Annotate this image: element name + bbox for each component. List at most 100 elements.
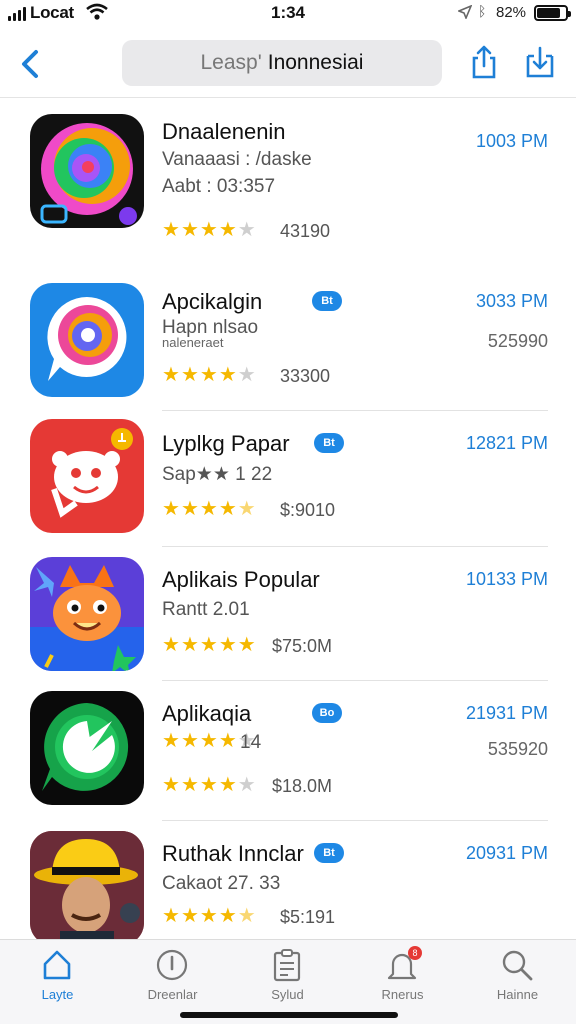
back-chevron-icon[interactable] — [16, 46, 46, 82]
star-rating: ★ ★ ★ ★ ★ — [162, 220, 256, 240]
app-value: 525990 — [487, 331, 548, 351]
app-time: 20931 PM — [465, 843, 548, 863]
app-badge: Bt — [312, 291, 342, 311]
app-list-item[interactable]: Dnaalenenin 1003 PM Vanaaasi : /daske Aa… — [0, 99, 576, 269]
chat-bubble-app-icon — [30, 691, 144, 805]
app-list: Dnaalenenin 1003 PM Vanaaasi : /daske Aa… — [0, 99, 576, 939]
star-icon: ★ — [180, 498, 199, 520]
status-bar: Locat 1:34 ᛒ 82% — [0, 0, 576, 28]
app-name: Apcikalgin — [162, 289, 263, 314]
app-name: Lyplkg Papar — [162, 431, 290, 456]
phone-screen: Locat 1:34 ᛒ 82% Leasp' Inonnesiai Dnaal… — [0, 0, 576, 1024]
rating-count: $18.0M — [272, 776, 333, 796]
star-icon: ★ — [218, 498, 237, 520]
app-badge: Bt — [314, 433, 344, 453]
search-field[interactable]: Leasp' Inonnesiai — [122, 40, 442, 86]
home-indicator — [180, 1012, 398, 1018]
star-icon: ★ — [199, 730, 218, 752]
app-list-item[interactable]: Apcikalgin Bt 3033 PM Hapn nlsao nalener… — [0, 269, 576, 411]
app-list-item[interactable]: Ruthak Innclar Bt 20931 PM Cakaot 27. 33… — [0, 821, 576, 939]
app-badge: Bo — [312, 703, 342, 723]
app-time: 3033 PM — [475, 291, 548, 311]
download-tray-icon[interactable] — [524, 44, 556, 80]
app-detail: naleneraet — [162, 335, 224, 350]
star-icon: ★ — [180, 774, 199, 796]
star-icon: ★ — [162, 219, 180, 241]
star-icon: ★ — [218, 364, 237, 386]
app-subtitle: Rantt 2.01 — [162, 599, 250, 620]
status-time: 1:34 — [270, 3, 306, 22]
home-icon — [43, 950, 71, 980]
star-icon: ★ — [237, 905, 256, 927]
star-icon: ★ — [180, 730, 199, 752]
compass-icon — [156, 949, 188, 981]
app-list-item[interactable]: Aplikais Popular 10133 PM Rantt 2.01 ★ ★ ★… — [0, 547, 576, 681]
star-icon: ★ — [180, 634, 199, 656]
star-rating: ★ ★ ★ ★ ★ — [162, 635, 256, 655]
star-icon: ★ — [199, 634, 218, 656]
star-icon: ★ — [218, 634, 237, 656]
star-icon: ★ — [218, 905, 237, 927]
tab-label: Sylud — [271, 987, 304, 1002]
app-detail: Aabt : 03:357 — [162, 176, 276, 197]
rating-count: 33300 — [280, 366, 331, 386]
app-name: Ruthak Innclar — [162, 841, 304, 866]
rating-count: $75:0M — [272, 636, 333, 656]
battery-icon — [534, 5, 571, 21]
star-icon: ★ — [162, 905, 180, 927]
tab-label: Hainne — [496, 987, 539, 1002]
cat-mascot-app-icon — [30, 557, 144, 671]
tab-list[interactable]: Sylud — [230, 940, 345, 1010]
app-subtitle: Vanaaasi : /daske — [162, 149, 312, 170]
star-icon: ★ — [218, 730, 237, 752]
notification-badge: 8 — [408, 946, 422, 960]
tab-notifications[interactable]: 8 Rnerus — [345, 940, 460, 1010]
app-name: Aplikaqia — [162, 701, 252, 726]
star-icon: ★ — [180, 219, 199, 241]
app-list-item[interactable]: Lyplkg Papar Bt 12821 PM Sap★★ 1 22 ★ ★ ★ ★… — [0, 411, 576, 547]
app-subtitle: Sap★★ 1 22 — [162, 464, 273, 485]
star-icon: ★ — [199, 364, 218, 386]
star-icon: ★ — [199, 219, 218, 241]
star-icon: ★ — [199, 774, 218, 796]
star-rating: ★ ★ ★ ★ ★ — [162, 365, 256, 385]
chat-swirl-app-icon — [30, 283, 144, 397]
star-icon: ★ — [237, 498, 256, 520]
tab-label: Layte — [41, 987, 74, 1002]
app-list-item[interactable]: Aplikaqia Bo 21931 PM ★ ★ ★ ★ ★ 14 535920 ★ ★… — [0, 681, 576, 821]
app-name: Aplikais Popular — [162, 567, 320, 592]
location-arrow-icon — [458, 5, 472, 19]
star-rating: ★ ★ ★ ★ ★ — [162, 906, 256, 926]
swirl-app-icon — [30, 114, 144, 228]
star-rating: ★ ★ ★ ★ ★ — [162, 775, 256, 795]
app-time: 12821 PM — [465, 433, 548, 453]
tab-label: Rnerus — [381, 987, 424, 1002]
mascot-app-icon — [30, 419, 144, 533]
star-icon: ★ — [218, 774, 237, 796]
star-icon: ★ — [237, 364, 256, 386]
star-icon: ★ — [199, 498, 218, 520]
app-time: 10133 PM — [465, 569, 548, 589]
star-icon: ★ — [162, 364, 180, 386]
detective-game-app-icon — [30, 831, 144, 939]
tab-label: Dreenlar — [147, 987, 198, 1002]
rating-count: $5:191 — [280, 907, 336, 927]
star-icon: ★ — [180, 905, 199, 927]
tab-search[interactable]: Hainne — [460, 940, 575, 1010]
navigation-bar: Leasp' Inonnesiai — [0, 36, 576, 98]
app-badge: Bt — [314, 843, 344, 863]
rating-count: $:9010 — [280, 500, 336, 520]
search-query-text: Inonnesiai — [267, 51, 364, 74]
star-icon: ★ — [237, 634, 256, 656]
star-icon: ★ — [180, 364, 199, 386]
star-icon: ★ — [199, 905, 218, 927]
star-icon: ★ — [237, 219, 256, 241]
app-time: 1003 PM — [475, 131, 548, 151]
clipboard-icon — [273, 949, 301, 982]
battery-percent: 82% — [496, 4, 527, 21]
search-prefix-text: Leasp' — [200, 51, 262, 74]
star-icon: ★ — [162, 498, 180, 520]
tab-explore[interactable]: Dreenlar — [115, 940, 230, 1010]
share-icon[interactable] — [468, 44, 500, 80]
tab-home[interactable]: Layte — [0, 940, 115, 1010]
